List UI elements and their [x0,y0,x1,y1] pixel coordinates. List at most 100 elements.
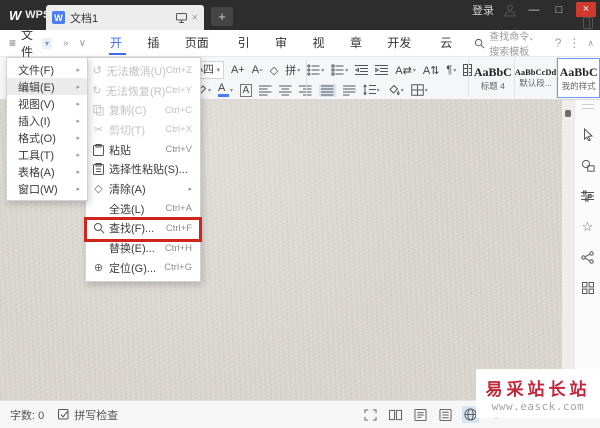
help-icon[interactable]: ? [555,36,562,50]
share-icon[interactable] [581,251,594,264]
clear-format-icon[interactable]: ◇ [270,64,278,77]
menu-item-cut: ✂ 剪切(T) Ctrl+X [86,120,200,140]
menu-shortcut: Ctrl+H [164,242,192,254]
decrease-indent-icon[interactable] [355,64,369,76]
borders-button[interactable]: ▾ [410,84,428,96]
fullscreen-view-icon[interactable] [362,407,379,423]
menubar: ≡ 文件 ▾ » ∨ 开始 插入 页面布局 引用 审阅 视图 章节 开发工具 云… [0,28,600,102]
numbered-list-button[interactable]: ▾ [331,64,348,76]
menu-shortcut: Ctrl+G [164,262,192,274]
style-name: 我的样式 [561,80,596,91]
menu-shortcut: Ctrl+C [164,104,192,116]
apps-grid-icon[interactable] [581,282,594,294]
character-scale-icon: A⇄ [395,64,412,77]
tab-close-icon[interactable]: × [192,12,198,24]
align-justify-icon[interactable] [318,83,336,97]
document-tab[interactable]: W 文档1 × [46,5,204,30]
monitor-icon[interactable] [175,12,187,23]
increase-font-button[interactable]: A+ [231,64,245,76]
close-button[interactable]: × [576,2,596,17]
menu-item-edit[interactable]: 编辑(E) ▸ [7,78,87,95]
quick-access-more-icon[interactable]: » [63,38,69,49]
tab-cloud[interactable]: 云服务 [429,30,474,102]
menu-item-label: 工具(T) [18,149,55,162]
character-scale-button[interactable]: A⇄ ▾ [395,64,416,77]
align-left-icon[interactable] [258,85,272,96]
tab-review[interactable]: 审阅 [264,30,301,76]
menu-item-goto[interactable]: ⊕ 定位(G)... Ctrl+G [86,258,200,278]
file-menu-button[interactable]: 文件 [21,26,40,60]
tab-developer[interactable]: 开发工具 [376,30,429,76]
tab-view[interactable]: 视图 [301,30,338,76]
collapse-ribbon-icon[interactable]: ∧ [587,38,594,49]
shading-button[interactable]: ▾ [387,84,404,96]
tab-page-layout[interactable]: 页面布局 [174,30,227,76]
menu-item-label: 表格(A) [18,166,55,179]
menu-shortcut: Ctrl+Z [165,65,192,77]
menu-item-label: 编辑(E) [18,81,55,94]
align-center-icon[interactable] [278,85,292,96]
sort-icon[interactable]: A⇅ [423,64,440,77]
sidebar-handle[interactable] [581,104,594,109]
new-tab-button[interactable]: + [211,7,233,26]
menu-item-label: 视图(V) [18,98,55,111]
menu-item-paste-special[interactable]: 选择性粘贴(S)... [86,159,200,179]
vertical-scrollbar[interactable] [562,100,574,400]
maximize-button[interactable]: □ [551,4,567,16]
select-tool-icon[interactable] [582,128,594,141]
properties-icon[interactable] [581,190,594,202]
login-button[interactable]: 登录 [472,2,494,18]
character-border-icon: A [240,83,252,97]
menu-item-table[interactable]: 表格(A) ▸ [7,163,87,180]
menu-item-select-all[interactable]: 全选(L) Ctrl+A [86,199,200,219]
font-color-icon: A [217,83,229,97]
menu-item-view[interactable]: 视图(V) ▸ [7,95,87,112]
menu-item-window[interactable]: 窗口(W) ▸ [7,180,87,197]
menu-item-paste[interactable]: 粘贴 Ctrl+V [86,140,200,160]
character-border-button[interactable]: A [240,83,252,97]
menu-item-file[interactable]: 文件(F) ▸ [7,61,87,78]
menu-item-label: 窗口(W) [18,183,58,196]
tab-references[interactable]: 引用 [227,30,264,76]
user-avatar-icon[interactable] [503,3,517,17]
style-default-paragraph[interactable]: AaBbCcDd 默认段... [514,58,558,98]
page-view-icon[interactable] [387,407,404,423]
pinyin-guide-button[interactable]: 拼 ▾ [285,62,300,78]
bullet-list-button[interactable]: ▾ [307,64,324,76]
tab-home[interactable]: 开始 [99,30,136,76]
menu-item-format[interactable]: 格式(O) ▸ [7,129,87,146]
increase-indent-icon[interactable] [375,64,389,76]
menu-item-clear[interactable]: ◇ 清除(A) ▸ [86,179,200,199]
line-spacing-button[interactable]: ▾ [362,84,380,96]
paragraph-marks-button[interactable]: ¶ ▾ [446,64,456,76]
command-search[interactable]: 查找命令、搜索模板 [474,28,547,58]
menu-item-label: 插入(I) [18,115,51,128]
chevron-down-icon: ▾ [345,67,349,74]
menu-item-label: 剪切(T) [109,124,146,137]
tab-insert[interactable]: 插入 [136,30,173,76]
decrease-font-button[interactable]: A- [252,64,263,76]
reading-view-icon[interactable] [437,407,454,423]
style-my-style[interactable]: AaBbC 我的样式 [557,58,600,98]
more-menu-icon[interactable]: ⋮ [568,36,580,50]
file-menu-caret-icon[interactable]: ▾ [42,37,53,49]
minimize-button[interactable]: — [526,4,542,16]
menu-item-insert[interactable]: 插入(I) ▸ [7,112,87,129]
menu-item-tools[interactable]: 工具(T) ▸ [7,146,87,163]
style-heading4[interactable]: AaBbC 标题 4 [472,58,515,98]
font-color-button[interactable]: A ▾ [217,83,233,97]
word-count[interactable]: 字数: 0 [10,407,44,423]
shapes-icon[interactable] [581,159,595,172]
favorites-icon[interactable]: ☆ [582,220,594,233]
spell-check-button[interactable]: 拼写检查 [58,407,118,423]
scrollbar-thumb[interactable] [565,110,571,117]
submenu-arrow-icon: ▸ [76,100,80,108]
quick-access-collapse-icon[interactable]: ∨ [79,38,86,49]
outline-view-icon[interactable] [412,407,429,423]
tab-section[interactable]: 章节 [339,30,376,76]
hamburger-icon[interactable]: ≡ [9,36,16,50]
menu-item-label: 粘贴 [109,144,131,157]
distribute-text-icon[interactable] [342,85,356,96]
undo-icon: ↺ [92,65,102,78]
chevron-down-icon: ▾ [229,87,233,94]
